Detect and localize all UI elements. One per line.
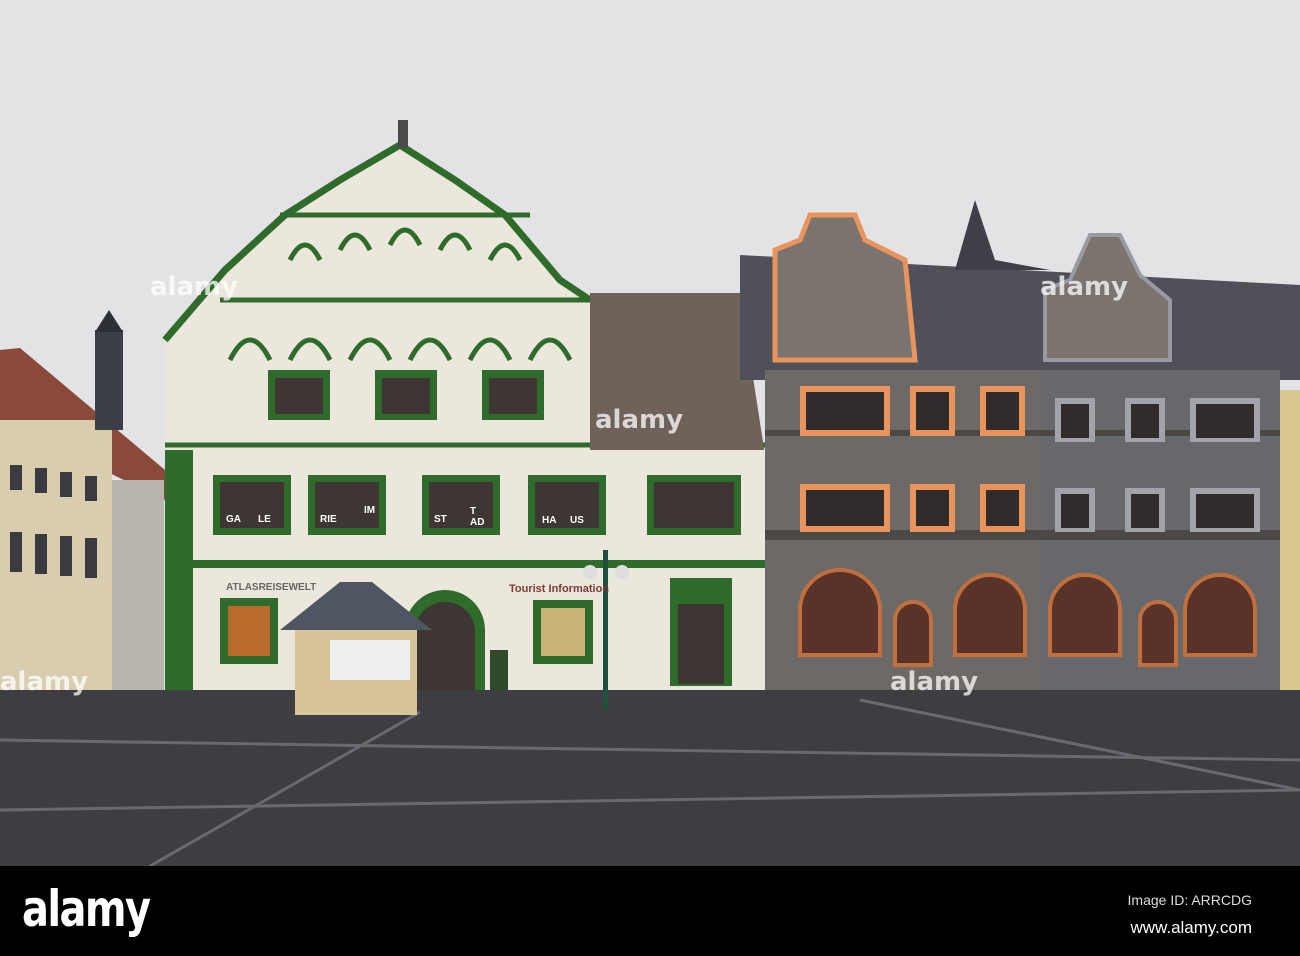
watermark: alamy xyxy=(595,405,684,435)
alamy-logo: alamy xyxy=(22,880,151,938)
window-letters: LE xyxy=(258,514,271,525)
window-letters: RIE xyxy=(320,514,337,525)
watermark: alamy xyxy=(0,667,89,697)
watermark: alamy xyxy=(1040,272,1129,302)
shrub xyxy=(490,650,508,690)
window-letters: IM xyxy=(364,505,376,516)
watermark: alamy xyxy=(890,667,979,697)
window-letters: ST xyxy=(434,514,447,525)
statue xyxy=(398,120,408,148)
footer-bar: alamy Image ID: ARRCDG www.alamy.com xyxy=(0,866,1300,956)
watermark: alamy xyxy=(150,272,239,302)
window-letters: GA xyxy=(226,514,241,525)
atlas-reisewelt-sign: ATLASREISEWELT xyxy=(226,582,317,593)
window-letters: US xyxy=(570,515,584,526)
window-letters: HA xyxy=(542,515,557,526)
site-url: www.alamy.com xyxy=(1130,918,1252,937)
image-id: Image ID: ARRCDG xyxy=(1127,892,1252,908)
church-tower xyxy=(95,330,123,430)
tourist-information-sign: Tourist Information xyxy=(509,583,610,595)
window-letters: T AD xyxy=(470,506,485,528)
photo: ATLASREISEWELT Tourist Information GA LE… xyxy=(0,0,1300,956)
